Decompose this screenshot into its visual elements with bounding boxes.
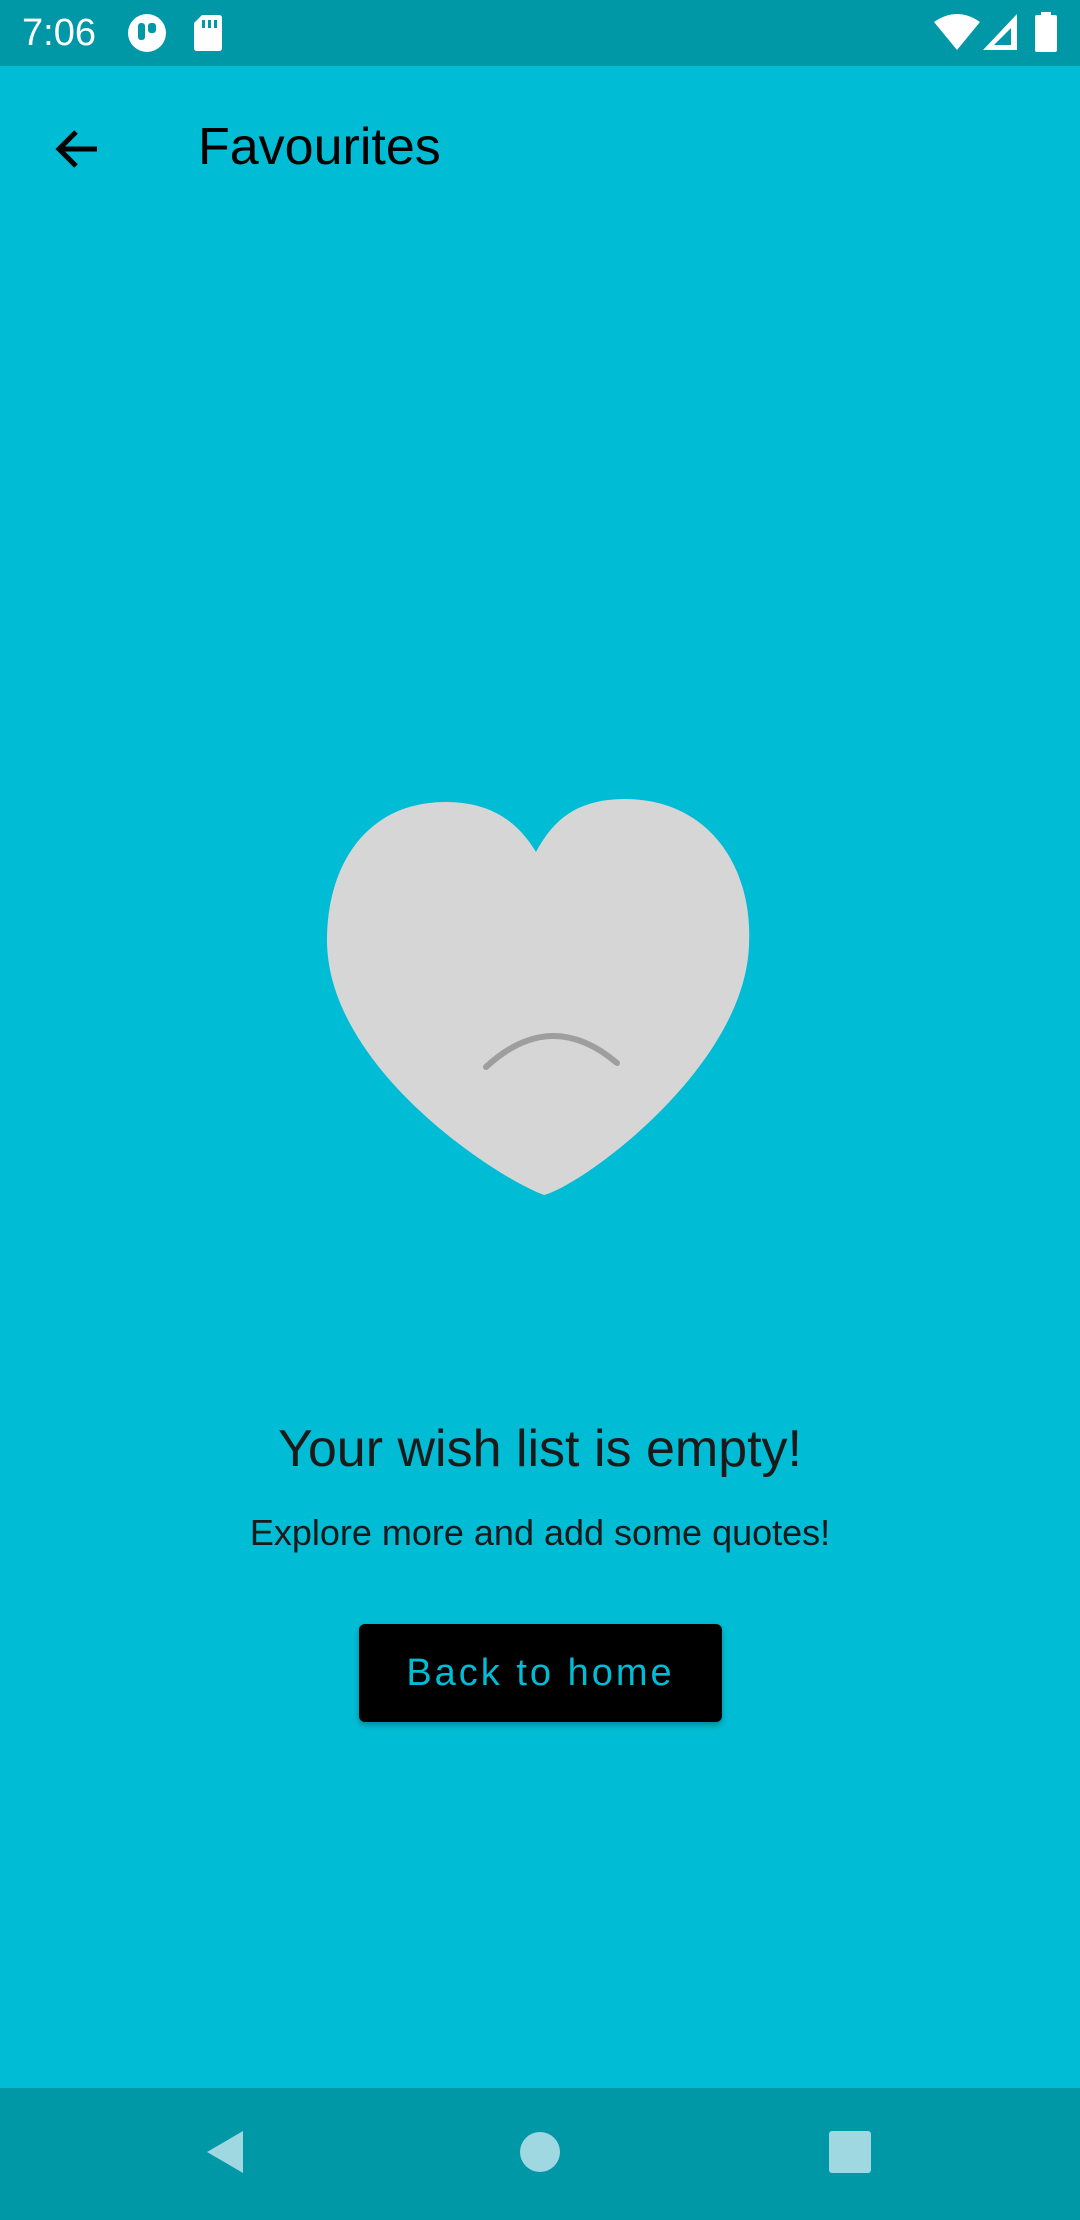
home-circle-icon xyxy=(517,2129,563,2180)
wifi-icon xyxy=(934,14,980,55)
status-time: 7:06 xyxy=(22,12,96,54)
sd-card-icon xyxy=(193,13,223,58)
nav-recents-button[interactable] xyxy=(804,2108,896,2200)
back-button[interactable] xyxy=(35,109,119,193)
empty-state-subtitle: Explore more and add some quotes! xyxy=(249,1512,831,1553)
back-triangle-icon xyxy=(203,2129,249,2180)
app-bar: Favourites xyxy=(0,66,1080,222)
back-to-home-button[interactable]: Back to home xyxy=(359,1624,722,1722)
page-title: Favourites xyxy=(198,118,441,176)
sad-heart-icon xyxy=(325,797,751,1195)
empty-state-title: Your wish list is empty! xyxy=(277,1420,803,1478)
recents-square-icon xyxy=(827,2129,873,2180)
status-bar: 7:06 xyxy=(0,0,1080,66)
system-navigation-bar xyxy=(0,2088,1080,2220)
cell-signal-icon xyxy=(983,14,1017,55)
nav-back-button[interactable] xyxy=(180,2108,272,2200)
app-notification-icon xyxy=(127,13,167,58)
nav-home-button[interactable] xyxy=(494,2108,586,2200)
battery-icon xyxy=(1035,12,1057,57)
arrow-left-icon xyxy=(52,124,102,179)
